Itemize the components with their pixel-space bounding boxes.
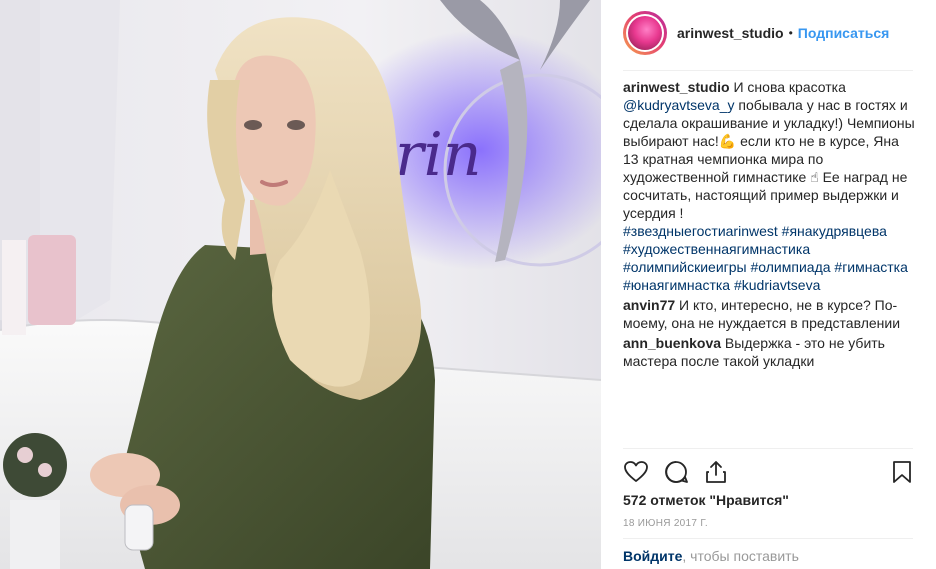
likes-count[interactable]: 572 отметок "Нравится" <box>623 492 789 508</box>
header-divider <box>623 70 913 71</box>
avatar-image <box>628 16 662 50</box>
header-separator: • <box>788 26 793 40</box>
avatar[interactable] <box>623 11 667 55</box>
post-header: arinwest_studio • Подписаться <box>623 8 913 58</box>
login-divider <box>623 538 913 539</box>
post-actions-bar <box>623 456 915 488</box>
bookmark-icon[interactable] <box>889 459 915 485</box>
caption-text-1: И снова красотка <box>729 79 846 95</box>
post-date: 18 июня 2017 г. <box>623 518 708 529</box>
post-photo[interactable]: rin <box>0 0 601 569</box>
caption-mention-link[interactable]: @kudryavtseva_y <box>623 97 734 113</box>
comment-bubble-icon[interactable] <box>663 459 689 485</box>
login-text: , чтобы поставить <box>682 548 799 564</box>
caption-hashtags[interactable]: #звездныегостиarinwest #янакудрявцева #х… <box>623 222 915 294</box>
caption-text-2: побывала у нас в гостях и сделала окраши… <box>623 97 915 221</box>
photo-illustration: rin <box>0 0 601 569</box>
caption-username[interactable]: arinwest_studio <box>623 79 730 95</box>
login-link[interactable]: Войдите <box>623 548 682 564</box>
svg-text:rin: rin <box>395 120 482 190</box>
post-side-panel: arinwest_studio • Подписаться arinwest_s… <box>601 0 936 569</box>
comment-item: anvin77 И кто, интересно, не в курсе? По… <box>623 296 915 332</box>
comments-section: arinwest_studio И снова красотка @kudrya… <box>623 78 915 372</box>
login-prompt: Войдите, чтобы поставить <box>623 548 799 564</box>
heart-icon[interactable] <box>623 459 649 485</box>
actions-divider <box>623 448 913 449</box>
caption: arinwest_studio И снова красотка @kudrya… <box>623 78 915 294</box>
comment-item: ann_buenkova Выдержка - это не убить мас… <box>623 334 915 370</box>
comment-username[interactable]: ann_buenkova <box>623 335 721 351</box>
header-username[interactable]: arinwest_studio <box>677 25 784 41</box>
follow-button[interactable]: Подписаться <box>798 25 890 41</box>
comment-username[interactable]: anvin77 <box>623 297 675 313</box>
avatar-ring <box>626 14 664 52</box>
share-icon[interactable] <box>703 459 729 485</box>
